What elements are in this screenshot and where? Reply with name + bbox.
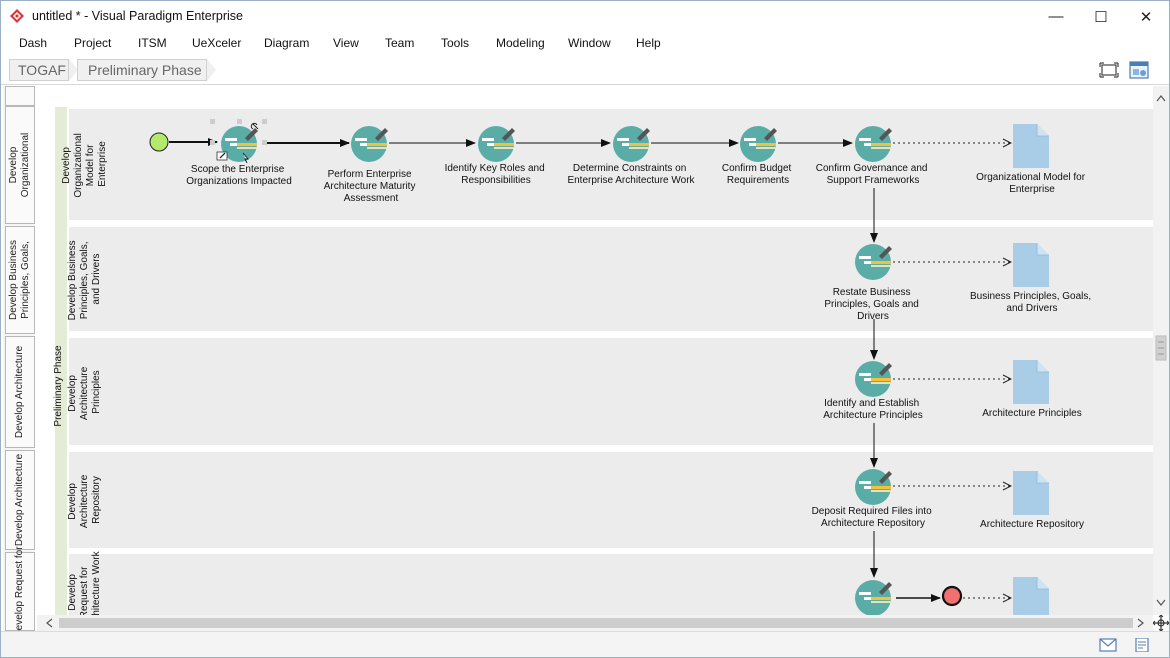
task-label-establish: Identify and Establish Architecture Prin… [823, 398, 922, 421]
menu-team[interactable]: Team [385, 36, 414, 50]
lane-label-line: Model for [85, 144, 96, 186]
close-button[interactable]: ✕ [1123, 1, 1169, 32]
artifact-label-repository: Architecture Repository [980, 519, 1084, 530]
lane-tab-label: Develop Architecture [14, 345, 25, 439]
menu-window[interactable]: Window [568, 36, 611, 50]
lane-tab-request-for-work[interactable]: Develop Request for [5, 546, 35, 637]
task-label-governance: Confirm Governance and Support Framework… [816, 163, 931, 186]
lane-label-line: Develop [61, 147, 72, 184]
breadcrumb-separator-icon [207, 59, 216, 81]
menu-tools[interactable]: Tools [441, 36, 469, 50]
scroll-right-icon [1137, 618, 1144, 628]
lane-tab-label: Develop Request for [14, 545, 25, 638]
task-label-budget: Confirm Budget Requirements [722, 163, 794, 186]
lane-tab-header [5, 86, 35, 106]
diagram-panel-icon[interactable] [1129, 61, 1149, 79]
svg-text:Develop Architectu: Develop Architecture Principles [67, 364, 102, 420]
menu-project[interactable]: Project [74, 36, 111, 50]
menu-diagram[interactable]: Diagram [264, 36, 309, 50]
lane-tab-business-principles[interactable]: Develop Business Principles, Goals, [5, 226, 35, 334]
app-window: untitled * - Visual Paradigm Enterprise … [0, 0, 1170, 658]
bpmn-diagram[interactable]: Preliminary Phase Develop Organizational… [37, 86, 1153, 615]
task-label-constraints: Determine Constraints on Enterprise Arch… [567, 163, 695, 186]
lane-architecture-principles[interactable]: Develop Architecture Principles [67, 338, 1153, 445]
artifact-label-archprinciples: Architecture Principles [982, 408, 1081, 419]
status-bar [1, 631, 1169, 657]
note-icon[interactable] [1133, 638, 1151, 652]
lane-request-for-work[interactable]: Develop Request for Architecture Work [67, 550, 1153, 615]
scroll-up-icon [1156, 95, 1166, 102]
lane-label-line: Organizational [73, 133, 84, 197]
minimize-button[interactable]: — [1033, 1, 1079, 32]
breadcrumb: TOGAF Preliminary Phase [1, 55, 1169, 85]
lane-tab-architecture-principles[interactable]: Develop Architecture [5, 336, 35, 448]
menu-bar: Dash Project ITSM UeXceler Diagram View … [1, 32, 1169, 55]
lane-architecture-repository[interactable]: Develop Architecture Repository [67, 452, 1153, 548]
lane-tab-organizational[interactable]: Develop Organizational [5, 106, 35, 224]
lane-label-line: Enterprise [97, 141, 108, 187]
task-icon-request [855, 580, 892, 615]
menu-view[interactable]: View [333, 36, 359, 50]
menu-uexceler[interactable]: UeXceler [192, 36, 241, 50]
title-bar: untitled * - Visual Paradigm Enterprise … [1, 1, 1169, 32]
breadcrumb-item-label: TOGAF [18, 62, 66, 78]
lane-tab-label: Develop Organizational [8, 132, 31, 198]
lane-tab-label: Develop Business Principles, Goals, [8, 239, 31, 321]
menu-dash[interactable]: Dash [19, 36, 47, 50]
breadcrumb-item-togaf[interactable]: TOGAF [9, 59, 69, 81]
window-title: untitled * - Visual Paradigm Enterprise [32, 9, 243, 23]
menu-modeling[interactable]: Modeling [496, 36, 545, 50]
close-icon: ✕ [1139, 8, 1153, 26]
task-label-scope: Scope the Enterprise Organizations Impac… [186, 164, 292, 187]
menu-itsm[interactable]: ITSM [138, 36, 167, 50]
vertical-scrollbar[interactable] [1153, 86, 1169, 615]
mail-icon[interactable] [1099, 638, 1117, 652]
task-label-line: Scope the Enterprise [191, 164, 285, 175]
diagram-canvas-area: Develop Organizational Develop Business … [1, 86, 1169, 637]
breadcrumb-item-label: Preliminary Phase [88, 62, 202, 78]
horizontal-scroll-thumb [59, 618, 1133, 628]
task-label-line: Organizations Impacted [186, 176, 292, 187]
task-label-deposit: Deposit Required Files into Architecture… [812, 506, 935, 529]
fit-diagram-icon[interactable] [1099, 61, 1119, 79]
lane-business-principles[interactable]: Develop Business Principles, Goals, and … [67, 227, 1153, 331]
visual-paradigm-logo-icon [10, 9, 24, 23]
maximize-button[interactable]: ☐ [1078, 1, 1124, 32]
end-event[interactable] [941, 585, 963, 607]
scroll-left-icon [46, 618, 53, 628]
breadcrumb-item-preliminary-phase[interactable]: Preliminary Phase [77, 59, 207, 81]
svg-text:Develop Architectu: Develop Architecture Repository [67, 472, 102, 528]
start-event[interactable] [149, 132, 169, 152]
maximize-icon: ☐ [1094, 8, 1108, 26]
lane-tab-label: Develop Architecture [14, 453, 25, 547]
lane-tabs-panel: Develop Organizational Develop Business … [3, 86, 35, 637]
pool-label: Preliminary Phase [53, 345, 64, 427]
pan-navigator-icon[interactable] [1153, 615, 1169, 631]
scroll-down-icon [1156, 599, 1166, 606]
lane-tab-architecture-repository[interactable]: Develop Architecture [5, 450, 35, 550]
menu-help[interactable]: Help [636, 36, 661, 50]
horizontal-scrollbar[interactable] [37, 615, 1153, 631]
minimize-icon: — [1048, 8, 1064, 25]
